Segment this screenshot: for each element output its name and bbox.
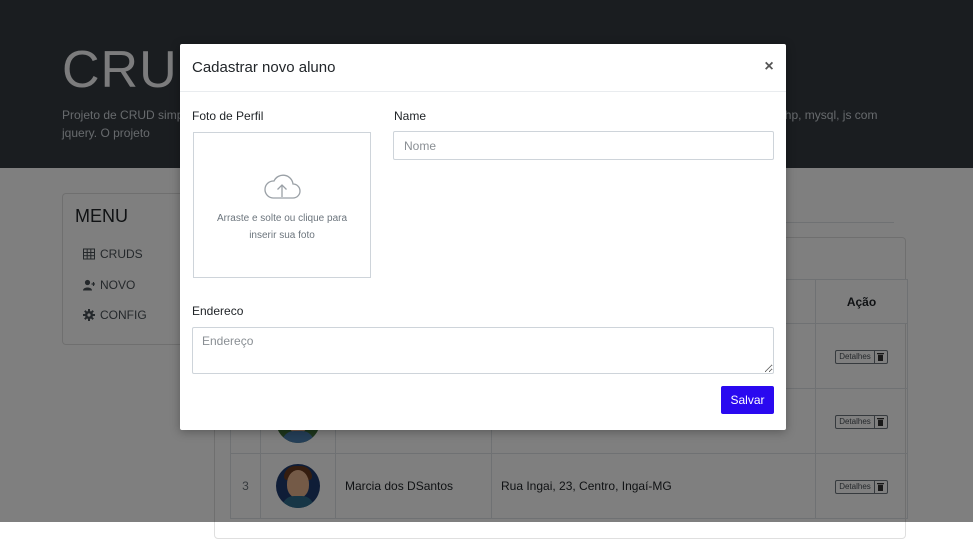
modal-header: Cadastrar novo aluno × [180,44,786,92]
modal-title: Cadastrar novo aluno [192,59,336,76]
address-label: Endereco [192,304,244,318]
photo-dropzone[interactable]: Arraste e solte ou clique para inserir s… [193,132,371,278]
cloud-upload-icon [264,174,301,199]
save-button[interactable]: Salvar [721,386,774,414]
name-label: Name [394,109,427,123]
new-student-modal: Cadastrar novo aluno × Foto de Perfil Ar… [180,44,786,430]
name-input[interactable] [393,131,774,160]
close-button[interactable]: × [758,56,780,78]
address-textarea[interactable] [192,327,774,374]
photo-label: Foto de Perfil [192,109,264,123]
dropzone-text: Arraste e solte ou clique para inserir s… [216,213,348,241]
